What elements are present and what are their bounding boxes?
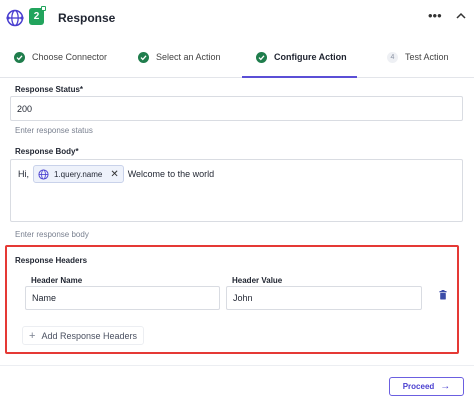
- header-value-input[interactable]: John: [226, 286, 422, 310]
- plus-icon: +: [29, 329, 36, 342]
- response-status-label: Response Status*: [15, 85, 84, 94]
- step-number-badge: 2: [29, 6, 46, 25]
- active-step-indicator: [242, 76, 357, 78]
- footer-divider: [0, 365, 474, 366]
- chevron-up-icon[interactable]: [454, 9, 468, 23]
- step-configure-action[interactable]: Configure Action: [256, 36, 347, 78]
- proceed-button[interactable]: Proceed →: [389, 377, 464, 396]
- chip-label: 1.query.name: [54, 169, 103, 179]
- header-name-label: Header Name: [31, 276, 83, 285]
- response-body-hint: Enter response body: [15, 230, 89, 239]
- check-icon: [14, 51, 25, 63]
- step-number: 4: [387, 51, 398, 63]
- response-body-label: Response Body*: [15, 147, 79, 156]
- panel-title: Response: [58, 11, 116, 25]
- response-body-content: Hi, 1.query.name ✕ Welcome to the world: [18, 165, 214, 183]
- add-button-label: Add Response Headers: [41, 330, 137, 341]
- header-name-value: Name: [32, 293, 57, 303]
- response-body-editor[interactable]: Hi, 1.query.name ✕ Welcome to the world: [10, 159, 463, 222]
- step-tabs: Choose Connector Select an Action Config…: [0, 36, 474, 78]
- header-value-value: John: [233, 293, 253, 303]
- response-status-value: 200: [17, 103, 33, 114]
- panel-header: 2 Response •••: [0, 0, 474, 36]
- body-prefix-text: Hi,: [18, 169, 29, 179]
- more-icon[interactable]: •••: [428, 8, 442, 23]
- globe-icon: [38, 168, 49, 180]
- check-icon: [256, 51, 267, 63]
- globe-icon: [6, 9, 24, 27]
- step-select-action[interactable]: Select an Action: [138, 36, 221, 78]
- response-status-input[interactable]: 200: [10, 96, 463, 121]
- step-label: Test Action: [405, 52, 449, 62]
- step-test-action[interactable]: 4 Test Action: [387, 36, 449, 78]
- response-headers-title: Response Headers: [15, 256, 88, 265]
- step-label: Choose Connector: [32, 52, 108, 62]
- step-choose-connector[interactable]: Choose Connector: [14, 36, 107, 78]
- add-response-header-button[interactable]: + Add Response Headers: [22, 326, 144, 345]
- step-label: Select an Action: [156, 52, 221, 62]
- remove-chip-icon[interactable]: ✕: [110, 169, 118, 180]
- body-suffix-text: Welcome to the world: [127, 169, 215, 179]
- step-label: Configure Action: [274, 52, 347, 62]
- variable-chip[interactable]: 1.query.name ✕: [33, 165, 124, 183]
- proceed-label: Proceed: [402, 382, 435, 391]
- header-name-input[interactable]: Name: [25, 286, 220, 310]
- delete-icon[interactable]: [438, 290, 448, 300]
- arrow-right-icon: →: [440, 381, 451, 392]
- check-icon: [138, 51, 149, 63]
- response-status-hint: Enter response status: [15, 126, 93, 135]
- header-value-label: Header Value: [232, 276, 283, 285]
